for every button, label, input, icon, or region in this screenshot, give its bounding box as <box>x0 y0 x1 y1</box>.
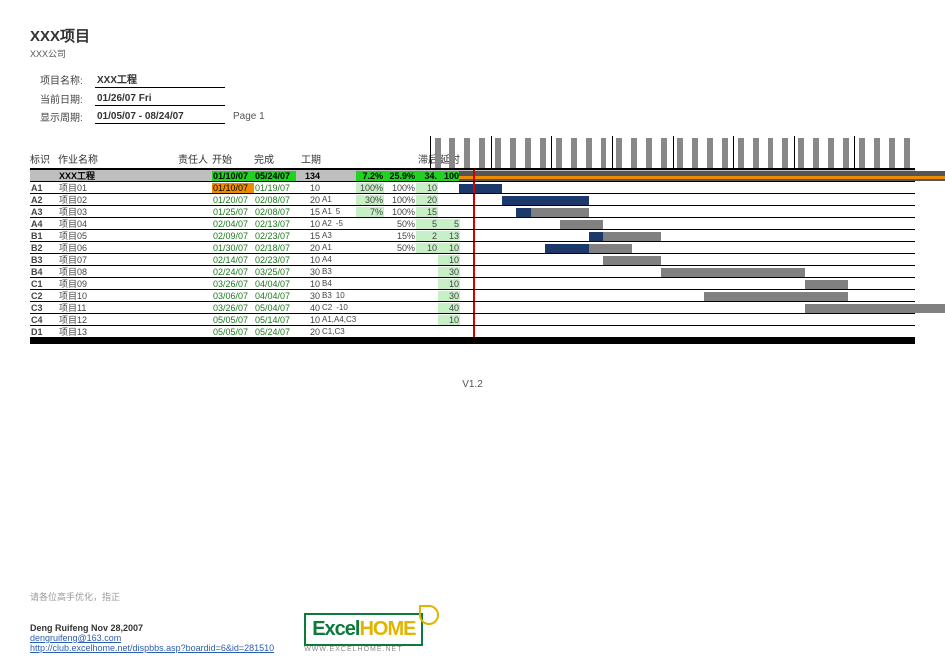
task-progress <box>516 208 530 217</box>
range-value[interactable]: 01/05/07 - 08/24/07 <box>95 110 225 124</box>
col-res: 责任人 <box>178 151 212 168</box>
calendar-header <box>430 136 915 170</box>
task-row[interactable]: D1项目1305/05/0705/24/0720C1,C3 <box>30 326 915 338</box>
worm-icon <box>419 605 439 625</box>
footer: V1.2 请各位高手优化，指正 Deng Ruifeng Nov 28,2007… <box>30 379 915 653</box>
logo-text-2: HOME <box>359 618 415 640</box>
version-label: V1.2 <box>30 379 915 390</box>
task-progress <box>502 196 588 205</box>
table-end <box>30 338 915 344</box>
range-label: 显示周期: <box>40 109 95 124</box>
task-bar[interactable] <box>603 256 661 265</box>
col-act <box>384 166 416 168</box>
gantt-chart: 标识 作业名称 责任人 开始 完成 工期 滞后 延时 XXX工程01/10/07… <box>30 136 915 344</box>
author-name: Deng Ruifeng Nov 28,2007 <box>30 623 274 633</box>
col-dep <box>321 166 356 168</box>
project-name-value[interactable]: XXX工程 <box>95 70 225 88</box>
summary-progress <box>459 176 945 179</box>
task-bar[interactable] <box>661 268 805 277</box>
logo-text-1: Excel <box>312 618 359 640</box>
task-rows: XXX工程01/10/0705/24/071347.2%25.9%34.100A… <box>30 170 915 338</box>
task-progress <box>589 232 603 241</box>
project-name-label: 项目名称: <box>40 72 95 87</box>
col-dur: 工期 <box>296 151 321 168</box>
task-bar[interactable] <box>805 304 945 313</box>
excelhome-logo: ExcelHOME WWW.EXCELHOME.NET <box>304 613 423 653</box>
header: XXX项目 XXX公司 项目名称: XXX工程 当前日期: 01/26/07 F… <box>30 25 915 124</box>
col-id: 标识 <box>30 151 58 168</box>
page-indicator: Page 1 <box>233 111 265 122</box>
footer-note: 请各位高手优化，指正 <box>30 590 915 603</box>
col-plan <box>356 166 384 168</box>
today-value[interactable]: 01/26/07 Fri <box>95 92 225 106</box>
task-bar[interactable] <box>560 220 603 229</box>
logo-subtitle: WWW.EXCELHOME.NET <box>304 646 423 653</box>
task-bar[interactable] <box>805 280 848 289</box>
col-start: 开始 <box>212 151 254 168</box>
company-name: XXX公司 <box>30 47 915 60</box>
forum-link[interactable]: http://club.excelhome.net/dispbbs.asp?bo… <box>30 643 274 653</box>
project-title: XXX项目 <box>30 25 915 46</box>
task-bar[interactable] <box>704 292 848 301</box>
task-progress <box>545 244 588 253</box>
col-end: 完成 <box>254 151 296 168</box>
task-progress <box>459 184 502 193</box>
author-email[interactable]: dengruifeng@163.com <box>30 633 121 643</box>
today-label: 当前日期: <box>40 91 95 106</box>
col-name: 作业名称 <box>58 151 178 168</box>
